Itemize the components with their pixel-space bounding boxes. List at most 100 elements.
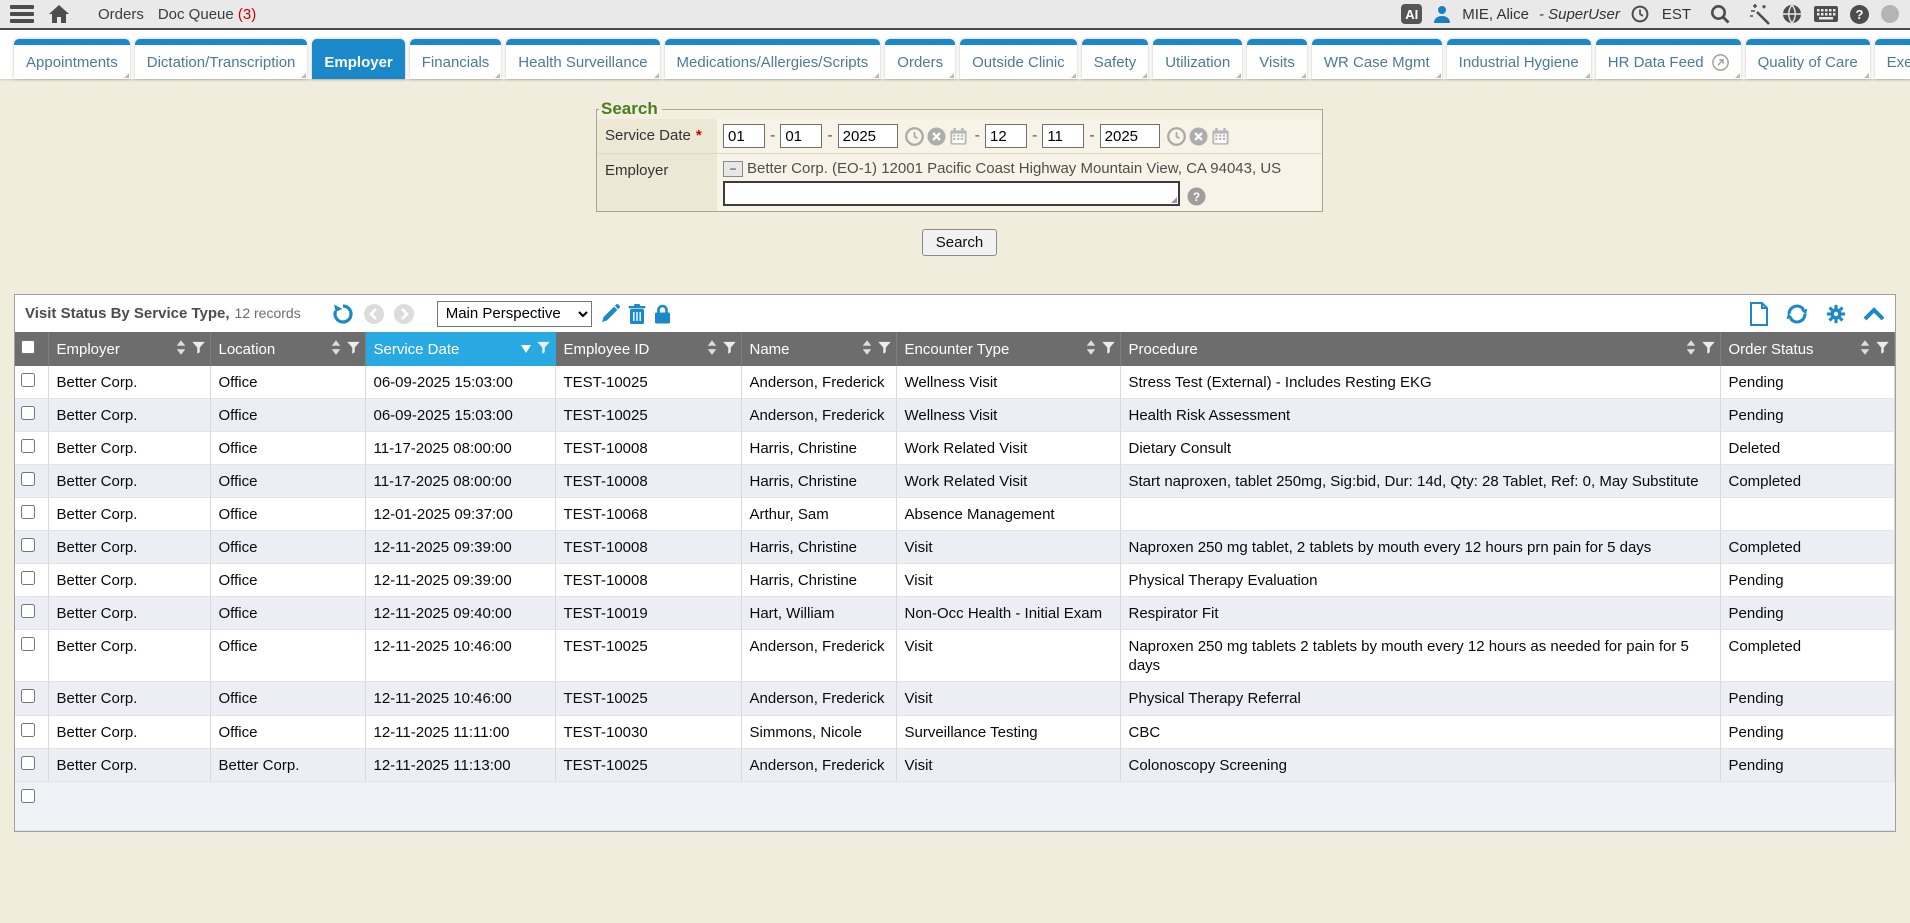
column-header-employee-id[interactable]: Employee ID [555,332,741,366]
sort-icon[interactable] [1685,339,1697,360]
sort-icon[interactable] [706,339,718,360]
filter-funnel-icon[interactable] [1701,340,1716,359]
sort-icon[interactable] [520,341,532,358]
date-from-calendar-icon[interactable] [949,127,968,146]
tab-utilization[interactable]: Utilization [1153,39,1242,79]
sort-icon[interactable] [330,339,342,360]
date-from-time-icon[interactable] [905,127,924,146]
row-checkbox[interactable] [21,538,35,552]
tab-health-surveillance[interactable]: Health Surveillance [506,39,659,79]
row-checkbox[interactable] [21,723,35,737]
row-checkbox[interactable] [21,406,35,420]
magic-wand-icon[interactable] [1749,3,1771,25]
tab-orders[interactable]: Orders [885,39,955,79]
filter-funnel-icon[interactable] [1875,340,1890,359]
collapse-grid-icon[interactable] [1863,306,1885,322]
column-header-service-date[interactable]: Service Date [365,332,555,366]
globe-phone-icon[interactable] [1781,3,1803,25]
date-to-month[interactable] [985,124,1027,148]
search-button[interactable]: Search [922,229,998,256]
date-to-clear-icon[interactable] [1189,127,1208,146]
footer-checkbox[interactable] [21,789,35,803]
cell-service-date: 06-09-2025 15:03:00 [365,399,555,432]
date-to-calendar-icon[interactable] [1211,127,1230,146]
help-icon[interactable]: ? [1849,4,1870,25]
tab-hr-data-feed[interactable]: HR Data Feed [1596,39,1741,79]
new-document-icon[interactable] [1749,302,1769,326]
row-checkbox[interactable] [21,604,35,618]
perspective-select[interactable]: Main Perspective [437,301,592,327]
date-from-year[interactable] [838,124,898,148]
row-checkbox[interactable] [21,472,35,486]
tab-visits[interactable]: Visits [1247,39,1307,79]
filter-funnel-icon[interactable] [722,340,737,359]
svg-text:?: ? [1856,7,1864,22]
date-from-day[interactable] [780,124,822,148]
filter-funnel-icon[interactable] [536,340,551,359]
column-header-name[interactable]: Name [741,332,896,366]
tab-safety[interactable]: Safety [1082,39,1149,79]
row-checkbox[interactable] [21,689,35,703]
column-header-employer[interactable]: Employer [48,332,210,366]
employer-collapse-button[interactable]: − [723,161,743,177]
tab-appointments[interactable]: Appointments [14,39,130,79]
tab-medications-allergies-scripts[interactable]: Medications/Allergies/Scripts [665,39,881,79]
select-all-checkbox[interactable] [21,340,35,354]
date-from-month[interactable] [723,124,765,148]
user-name[interactable]: MIE, Alice [1462,6,1529,23]
column-header-location[interactable]: Location [210,332,365,366]
employer-help-icon[interactable]: ? [1187,187,1206,206]
cell-location: Office [210,564,365,597]
tab-industrial-hygiene[interactable]: Industrial Hygiene [1447,39,1591,79]
tab-outside-clinic[interactable]: Outside Clinic [960,39,1077,79]
clock-icon[interactable] [1630,4,1650,24]
tab-wr-case-mgmt[interactable]: WR Case Mgmt [1312,39,1442,79]
settings-gear-icon[interactable] [1825,303,1847,325]
tab-dictation-transcription[interactable]: Dictation/Transcription [135,39,308,79]
cell-employee-id: TEST-10025 [555,399,741,432]
breadcrumb-orders[interactable]: Orders [98,6,144,23]
row-checkbox[interactable] [21,637,35,651]
column-header-encounter-type[interactable]: Encounter Type [896,332,1120,366]
sort-icon[interactable] [1859,339,1871,360]
sort-icon[interactable] [1085,339,1097,360]
cell-employee-id: TEST-10030 [555,715,741,748]
sort-icon[interactable] [861,339,873,360]
cell-employee-id: TEST-10025 [555,630,741,682]
edit-perspective-icon[interactable] [600,304,620,324]
date-to-day[interactable] [1042,124,1084,148]
date-from-clear-icon[interactable] [927,127,946,146]
tab-employer[interactable]: Employer [312,39,404,79]
row-checkbox[interactable] [21,439,35,453]
filter-funnel-icon[interactable] [877,340,892,359]
employer-search-input[interactable] [723,181,1180,206]
date-to-time-icon[interactable] [1167,127,1186,146]
row-checkbox[interactable] [21,756,35,770]
cell-employer: Better Corp. [48,432,210,465]
date-to-year[interactable] [1100,124,1160,148]
column-header-order-status[interactable]: Order Status [1720,332,1895,366]
service-date-fields: - - - - - [717,119,1322,153]
hamburger-menu-icon[interactable] [10,4,34,24]
home-icon[interactable] [48,4,70,24]
tab-executive-dashboard[interactable]: Executive Dashboard [1875,39,1910,79]
breadcrumb-doc-queue[interactable]: Doc Queue [158,6,234,23]
row-checkbox[interactable] [21,505,35,519]
filter-funnel-icon[interactable] [1101,340,1116,359]
search-icon[interactable] [1709,3,1731,25]
keyboard-icon[interactable] [1813,5,1839,23]
row-checkbox[interactable] [21,571,35,585]
filter-funnel-icon[interactable] [191,340,206,359]
refresh-icon[interactable] [1785,302,1809,326]
tab-financials[interactable]: Financials [410,39,502,79]
cell-employer: Better Corp. [48,715,210,748]
filter-funnel-icon[interactable] [346,340,361,359]
ai-badge[interactable]: AI [1401,4,1422,24]
row-checkbox[interactable] [21,373,35,387]
tab-quality-of-care[interactable]: Quality of Care [1746,39,1870,79]
undo-icon[interactable] [331,302,355,326]
delete-perspective-icon[interactable] [628,304,646,324]
column-header-procedure[interactable]: Procedure [1120,332,1720,366]
sort-icon[interactable] [175,339,187,360]
lock-perspective-icon[interactable] [654,304,671,324]
